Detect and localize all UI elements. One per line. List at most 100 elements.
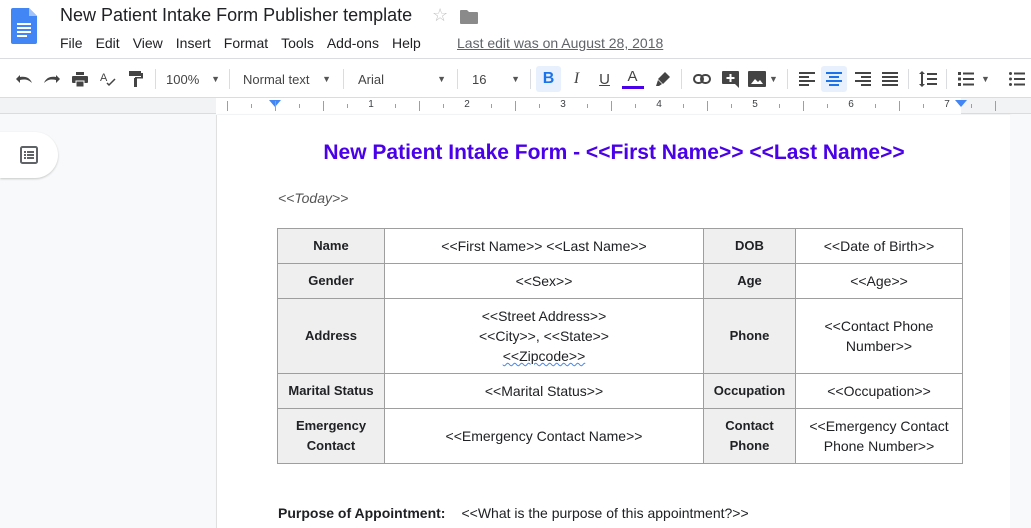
font-size-select[interactable]: 16 ▼	[466, 66, 526, 92]
dropdown-arrow-icon: ▼	[211, 74, 220, 84]
field-value[interactable]: <<Age>>	[795, 263, 963, 299]
spellcheck-button[interactable]: A	[96, 66, 120, 92]
field-label[interactable]: Emergency Contact	[277, 408, 385, 464]
toolbar-divider	[229, 69, 230, 89]
document-outline-icon	[20, 146, 38, 164]
print-icon	[72, 71, 88, 87]
italic-button[interactable]: I	[564, 66, 589, 92]
align-center-button[interactable]	[821, 66, 847, 92]
document-page[interactable]: New Patient Intake Form - <<First Name>>…	[216, 115, 1010, 528]
cell-text: Occupation	[713, 383, 786, 398]
field-value[interactable]: <<Emergency Contact Name>>	[384, 408, 704, 464]
field-label[interactable]: Gender	[277, 263, 385, 299]
field-value[interactable]: <<Occupation>>	[795, 373, 963, 409]
link-icon	[692, 74, 711, 84]
right-margin-area	[1010, 115, 1031, 528]
ruler-tick	[587, 104, 588, 108]
field-value[interactable]: <<Sex>>	[384, 263, 704, 299]
font-value: Arial	[358, 71, 385, 87]
document-outline-button[interactable]	[0, 132, 58, 178]
field-value[interactable]: <<Emergency Contact Phone Number>>	[795, 408, 963, 464]
menu-help[interactable]: Help	[392, 35, 421, 51]
field-value[interactable]: <<Marital Status>>	[384, 373, 704, 409]
ruler-tick	[419, 101, 420, 111]
ruler-tick	[803, 101, 804, 111]
underline-button[interactable]: U	[592, 66, 617, 92]
text-color-swatch	[621, 86, 644, 89]
folder-icon[interactable]	[460, 10, 478, 24]
ruler-tick	[995, 101, 996, 111]
cell-text: Gender	[308, 273, 354, 288]
document-heading[interactable]: New Patient Intake Form - <<First Name>>…	[217, 141, 1011, 165]
ruler-tick	[611, 101, 612, 111]
field-label[interactable]: Age	[703, 263, 796, 299]
title-bar: New Patient Intake Form Publisher templa…	[0, 0, 1031, 58]
insert-image-button[interactable]: ▼	[746, 66, 780, 92]
field-value[interactable]: <<Date of Birth>>	[795, 228, 963, 264]
highlighter-icon	[655, 72, 670, 86]
paint-format-button[interactable]	[124, 66, 148, 92]
align-right-icon	[854, 72, 871, 86]
menu-insert[interactable]: Insert	[176, 35, 211, 51]
field-label[interactable]: Marital Status	[277, 373, 385, 409]
highlight-color-button[interactable]	[650, 66, 675, 92]
field-label[interactable]: Occupation	[703, 373, 796, 409]
cell-text: Phone	[729, 328, 770, 343]
text-color-icon: A	[627, 68, 638, 85]
menu-add-ons[interactable]: Add-ons	[327, 35, 379, 51]
justify-button[interactable]	[877, 66, 902, 92]
underline-icon: U	[599, 70, 610, 88]
field-label[interactable]: DOB	[703, 228, 796, 264]
undo-button[interactable]	[12, 66, 36, 92]
field-value[interactable]: <<Contact Phone Number>>	[795, 298, 963, 374]
table-row: Gender <<Sex>> Age <<Age>>	[277, 263, 963, 299]
today-placeholder[interactable]: <<Today>>	[278, 190, 348, 206]
field-label[interactable]: Phone	[703, 298, 796, 374]
ruler-tick	[275, 101, 276, 111]
zoom-select[interactable]: 100% ▼	[162, 66, 224, 92]
ruler-label: 7	[944, 99, 950, 110]
ruler-label: 6	[848, 99, 854, 110]
bulleted-list-icon	[1008, 72, 1025, 86]
google-docs-logo-icon[interactable]	[11, 8, 37, 44]
menu-tools[interactable]: Tools	[281, 35, 314, 51]
menu-format[interactable]: Format	[224, 35, 268, 51]
insert-link-button[interactable]	[689, 66, 714, 92]
right-indent-marker[interactable]	[955, 100, 967, 107]
menu-view[interactable]: View	[133, 35, 163, 51]
cell-text: <<Street Address>>	[481, 308, 607, 324]
paragraph-style-select[interactable]: Normal text ▼	[237, 66, 337, 92]
align-left-icon	[798, 72, 815, 86]
align-left-button[interactable]	[794, 66, 819, 92]
redo-button[interactable]	[40, 66, 64, 92]
bold-icon: B	[542, 70, 555, 87]
last-edit-link[interactable]: Last edit was on August 28, 2018	[457, 35, 663, 51]
bulleted-list-button[interactable]	[1004, 66, 1029, 92]
cell-text: <<Occupation>>	[827, 383, 931, 399]
ruler-tick	[779, 104, 780, 108]
ruler-tick	[827, 104, 828, 108]
numbered-list-button[interactable]: ▼	[952, 66, 996, 92]
bold-button[interactable]: B	[536, 66, 561, 92]
line-spacing-button[interactable]	[915, 66, 940, 92]
field-label[interactable]: Contact Phone	[703, 408, 796, 464]
font-select[interactable]: Arial ▼	[352, 66, 452, 92]
document-title[interactable]: New Patient Intake Form Publisher templa…	[60, 5, 412, 26]
purpose-of-appointment[interactable]: Purpose of Appointment: <<What is the pur…	[278, 505, 749, 521]
ruler[interactable]: 1 2 3 4 5 6 7	[0, 98, 1031, 114]
cell-text: Phone	[729, 438, 770, 453]
field-label[interactable]: Address	[277, 298, 385, 374]
star-icon[interactable]: ☆	[432, 5, 448, 26]
align-right-button[interactable]	[850, 66, 875, 92]
menu-edit[interactable]: Edit	[96, 35, 120, 51]
insert-comment-button[interactable]	[718, 66, 743, 92]
field-value[interactable]: <<First Name>> <<Last Name>>	[384, 228, 704, 264]
menu-file[interactable]: File	[60, 35, 83, 51]
field-label[interactable]: Name	[277, 228, 385, 264]
table-row: Marital Status <<Marital Status>> Occupati…	[277, 373, 963, 409]
text-color-button[interactable]: A	[620, 66, 645, 92]
print-button[interactable]	[68, 66, 92, 92]
field-value[interactable]: <<Street Address>> <<City>>, <<State>> <<Z…	[384, 298, 704, 374]
ruler-tick	[227, 101, 228, 111]
paragraph-style-value: Normal text	[243, 71, 310, 87]
